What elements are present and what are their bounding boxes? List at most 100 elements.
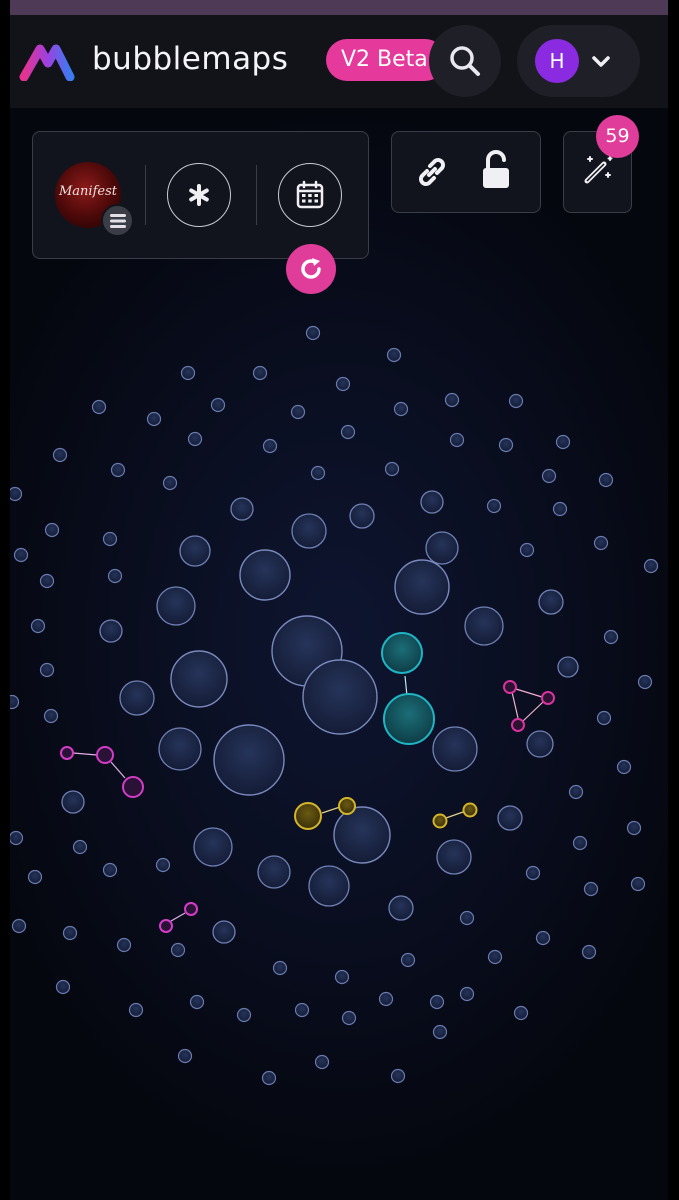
bubble[interactable] [519, 542, 535, 558]
unlock-icon[interactable] [480, 150, 516, 190]
bubble[interactable] [497, 805, 523, 831]
bubble[interactable] [555, 434, 571, 450]
bubble[interactable] [552, 501, 568, 517]
bubble[interactable] [572, 835, 588, 851]
bubble[interactable] [459, 986, 475, 1002]
bubble[interactable] [333, 806, 391, 864]
bubble[interactable] [262, 438, 278, 454]
bubble[interactable] [156, 586, 196, 626]
bubble[interactable] [44, 522, 60, 538]
bubble[interactable] [193, 827, 233, 867]
bubble[interactable] [390, 1068, 406, 1084]
bubble[interactable] [335, 376, 351, 392]
bubble[interactable] [146, 411, 162, 427]
token-menu-button[interactable] [101, 204, 134, 237]
bubble[interactable] [257, 855, 291, 889]
bubble-pink[interactable] [541, 691, 555, 705]
bubble[interactable] [340, 424, 356, 440]
bubble-yellow[interactable] [432, 813, 448, 829]
bubble[interactable] [210, 397, 226, 413]
bubble[interactable] [525, 865, 541, 881]
bubble[interactable] [10, 830, 24, 846]
bubble[interactable] [643, 558, 659, 574]
bubble[interactable] [596, 710, 612, 726]
bubble[interactable] [420, 490, 444, 514]
bubble[interactable] [107, 568, 123, 584]
bubble[interactable] [30, 618, 46, 634]
bubble[interactable] [213, 724, 285, 796]
refresh-button[interactable] [286, 244, 336, 294]
bubble-yellow[interactable] [462, 802, 478, 818]
bubble-yellow[interactable] [294, 802, 322, 830]
bubble[interactable] [386, 347, 402, 363]
bubble[interactable] [432, 726, 478, 772]
bubble[interactable] [272, 960, 288, 976]
bubble[interactable] [52, 447, 68, 463]
bubble[interactable] [593, 535, 609, 551]
bubble[interactable] [155, 857, 171, 873]
bubble[interactable] [394, 559, 450, 615]
bubble[interactable] [557, 656, 579, 678]
bubble[interactable] [291, 513, 327, 549]
bubble[interactable] [212, 920, 236, 944]
bubble[interactable] [310, 465, 326, 481]
bubble[interactable] [486, 498, 502, 514]
bubble[interactable] [568, 784, 584, 800]
bubble[interactable] [252, 365, 268, 381]
bubble[interactable] [449, 432, 465, 448]
bubble-teal[interactable] [381, 632, 423, 674]
bubble-magenta[interactable] [60, 746, 74, 760]
bubble[interactable] [261, 1070, 277, 1086]
bubble[interactable] [425, 531, 459, 565]
bubble-pink[interactable] [503, 680, 517, 694]
bubble[interactable] [598, 472, 614, 488]
bubble[interactable] [189, 994, 205, 1010]
bubble[interactable] [236, 1007, 252, 1023]
bubble[interactable] [10, 694, 20, 710]
bubble[interactable] [179, 535, 211, 567]
user-menu-button[interactable]: H [517, 25, 640, 97]
bubble[interactable] [72, 839, 88, 855]
bubble[interactable] [91, 399, 107, 415]
bubblemaps-logo-icon[interactable] [18, 43, 76, 81]
bubble[interactable] [119, 680, 155, 716]
bubble[interactable] [626, 820, 642, 836]
bubble-magenta[interactable] [96, 746, 114, 764]
bubble[interactable] [27, 869, 43, 885]
bubble[interactable] [180, 365, 196, 381]
bubble[interactable] [334, 969, 350, 985]
bubble[interactable] [128, 1002, 144, 1018]
bubble-yellow[interactable] [338, 797, 356, 815]
bubble[interactable] [177, 1048, 193, 1064]
bubble[interactable] [487, 949, 503, 965]
bubble[interactable] [513, 1005, 529, 1021]
bubble[interactable] [55, 979, 71, 995]
bubble[interactable] [464, 606, 504, 646]
search-button[interactable] [429, 25, 501, 97]
bubble[interactable] [39, 662, 55, 678]
bubble[interactable] [43, 708, 59, 724]
bubble[interactable] [305, 325, 321, 341]
bubble[interactable] [436, 839, 472, 875]
bubble-magenta[interactable] [159, 919, 173, 933]
filter-button[interactable] [167, 163, 231, 227]
bubble[interactable] [290, 404, 306, 420]
bubble[interactable] [429, 994, 445, 1010]
bubble-magenta[interactable] [184, 902, 198, 916]
date-button[interactable] [278, 163, 342, 227]
bubble[interactable] [581, 944, 597, 960]
bubble[interactable] [541, 468, 557, 484]
bubble[interactable] [538, 589, 564, 615]
bubble[interactable] [616, 759, 632, 775]
bubble-magenta[interactable] [122, 776, 144, 798]
bubble[interactable] [630, 876, 646, 892]
bubble[interactable] [99, 619, 123, 643]
bubble[interactable] [302, 659, 378, 735]
bubble[interactable] [102, 862, 118, 878]
bubble[interactable] [526, 730, 554, 758]
bubble[interactable] [308, 865, 350, 907]
bubble[interactable] [603, 629, 619, 645]
bubble[interactable] [62, 925, 78, 941]
bubble[interactable] [39, 573, 55, 589]
bubble[interactable] [187, 431, 203, 447]
